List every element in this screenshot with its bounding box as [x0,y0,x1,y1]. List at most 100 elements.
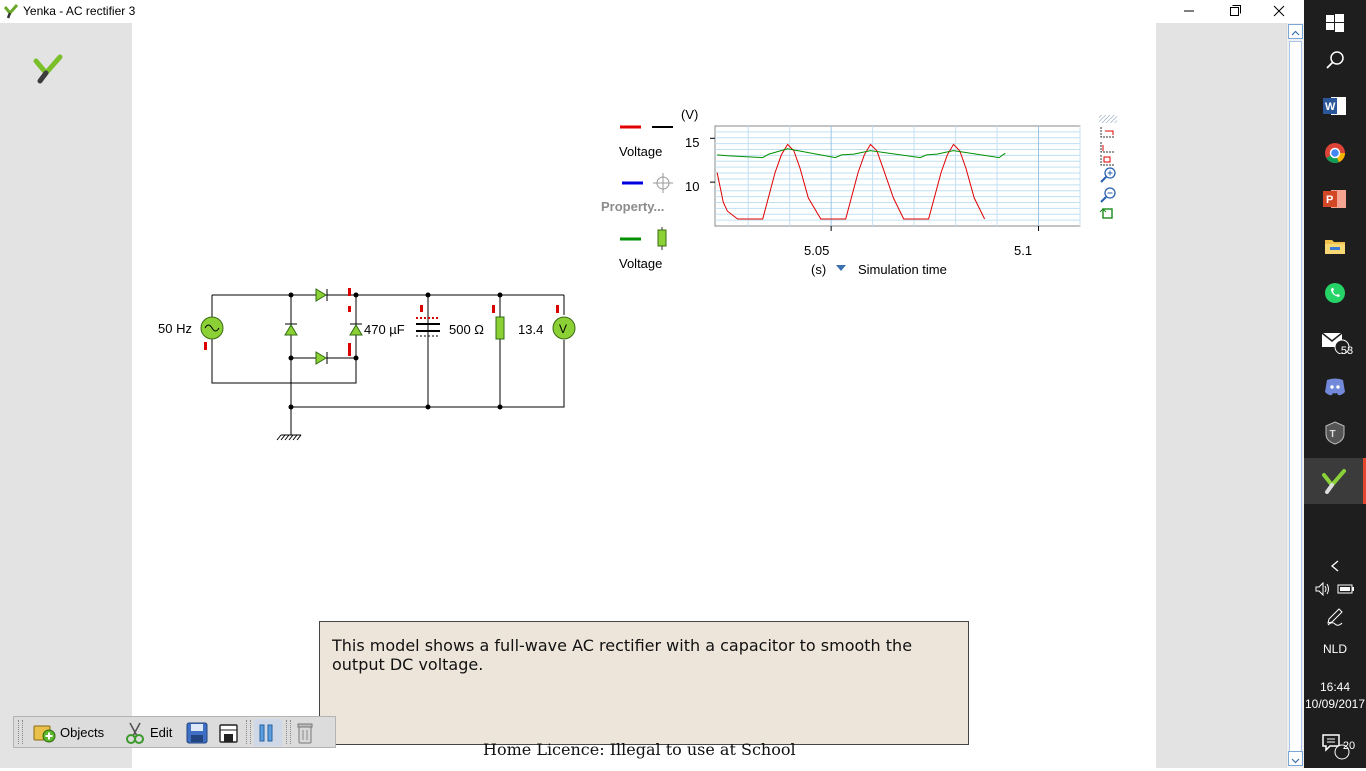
y-axis-unit: (V) [681,107,698,122]
voltmeter-symbol: V [559,322,567,336]
save-as-button[interactable] [218,719,244,746]
junctions [288,292,503,410]
objects-label: Objects [60,725,105,740]
yenka-logo-icon[interactable] [32,53,64,85]
capacitor[interactable]: 470 µF [364,305,440,337]
chevron-left-icon [1330,560,1339,572]
resistor[interactable]: 500 Ω [449,305,505,340]
zoom-region-x-icon[interactable] [1100,127,1115,138]
legend-property-label: Property... [601,199,664,214]
delete-button[interactable] [295,719,319,746]
minimize-icon [1184,10,1194,12]
diode-right[interactable] [349,323,363,336]
toolbar-grip-3[interactable] [286,720,291,744]
windows-taskbar: W P 53 T NLD 16:44 10/09/2017 20 [1304,0,1366,768]
graph-tools [1099,115,1117,219]
toolbar-grip[interactable] [18,720,23,744]
edit-button[interactable]: Edit [124,719,172,746]
diode-top[interactable] [315,288,328,302]
plot-area[interactable] [710,125,1081,231]
trash-icon [297,723,313,743]
voltmeter[interactable]: V 13.4 [518,305,576,340]
pause-icon [259,724,273,741]
restore-icon [1230,5,1241,16]
volume-icon [1315,582,1329,596]
circuit-diagram: 50 Hz 470 µF 500 Ω V 13.4 [158,288,576,441]
clock-time[interactable]: 16:44 [1304,680,1366,694]
crosshair-icon [653,173,673,193]
folder-icon [1325,240,1345,254]
legend-voltage-1-label: Voltage [619,144,662,159]
whatsapp-icon [1325,283,1345,303]
voltmeter-probe-icon [657,227,667,250]
close-icon [1273,5,1285,17]
vertical-scrollbar[interactable] [1286,23,1304,768]
licence-notice: Home Licence: Illegal to use at School [483,740,796,759]
diode-connectors [348,288,351,356]
chrome-icon [1325,143,1345,164]
close-button[interactable] [1258,0,1304,23]
chevron-down-icon [1291,758,1300,764]
model-description-box[interactable]: This model shows a full-wave AC rectifie… [319,621,969,745]
yenka-app[interactable] [1304,458,1366,504]
minimize-button[interactable] [1166,0,1212,23]
yenka-app-icon [3,4,19,19]
plot-background [714,125,1081,227]
zoom-in-icon[interactable] [1100,167,1116,183]
battery-icon [1337,584,1354,594]
x-tick-5-05: 5.05 [804,243,829,258]
chrome-app[interactable] [1304,130,1366,176]
notification-count: 20 [1342,740,1356,752]
capacitor-value-label: 470 µF [364,322,405,337]
zoom-region-y-icon[interactable] [1100,142,1115,153]
legend-voltage-2[interactable]: Voltage [619,227,667,271]
svg-text:W: W [1325,101,1336,113]
scroll-down-button[interactable] [1288,751,1303,766]
zoom-region-icon[interactable] [1100,155,1115,166]
pen-button[interactable] [1304,604,1366,630]
scroll-thumb[interactable] [1289,41,1302,753]
auto-fit-icon[interactable] [1099,208,1113,219]
toolbar-grip-2[interactable] [246,720,251,744]
x-axis-label: Simulation time [858,262,947,277]
window-title: Yenka - AC rectifier 3 [23,4,136,18]
maximize-button[interactable] [1212,0,1258,23]
scroll-up-button[interactable] [1288,24,1303,39]
clock-date[interactable]: 10/09/2017 [1304,697,1366,711]
search-button[interactable] [1304,37,1366,83]
svg-text:P: P [1326,194,1333,206]
y-tick-15: 15 [685,135,699,150]
search-icon [1326,51,1344,69]
title-bar: Yenka - AC rectifier 3 [0,0,1304,23]
resize-grip-icon[interactable] [1099,115,1117,123]
pen-icon [1327,608,1343,626]
word-app[interactable]: W [1304,83,1366,129]
mail-app[interactable] [1304,318,1366,364]
model-description-text: This model shows a full-wave AC rectifie… [332,636,913,674]
input-language[interactable]: NLD [1304,642,1366,656]
save-button[interactable] [186,719,212,746]
diode-bottom[interactable] [315,351,328,365]
diode-left[interactable] [284,323,298,336]
file-explorer-app[interactable] [1304,223,1366,269]
legend-property[interactable]: Property... [601,173,673,214]
discord-icon [1325,378,1345,396]
zoom-out-icon[interactable] [1100,187,1116,203]
discord-app[interactable] [1304,364,1366,410]
mail-badge: 53 [1340,345,1354,357]
legend-voltage-2-label: Voltage [619,256,662,271]
game-app[interactable]: T [1304,410,1366,456]
tank-game-icon: T [1325,421,1345,445]
x-unit-dropdown[interactable] [836,265,846,271]
x-axis-unit: (s) [811,262,826,277]
objects-button[interactable]: Objects [32,719,104,746]
voltmeter-reading: 13.4 [518,322,543,337]
legend-voltage-1[interactable]: Voltage [619,125,673,159]
pause-button[interactable] [254,719,282,746]
system-tray-icons[interactable] [1304,576,1366,602]
ac-source[interactable]: 50 Hz [158,316,224,350]
powerpoint-app[interactable]: P [1304,176,1366,222]
whatsapp-app[interactable] [1304,270,1366,316]
save-as-icon [219,723,238,743]
svg-text:T: T [1330,429,1336,440]
